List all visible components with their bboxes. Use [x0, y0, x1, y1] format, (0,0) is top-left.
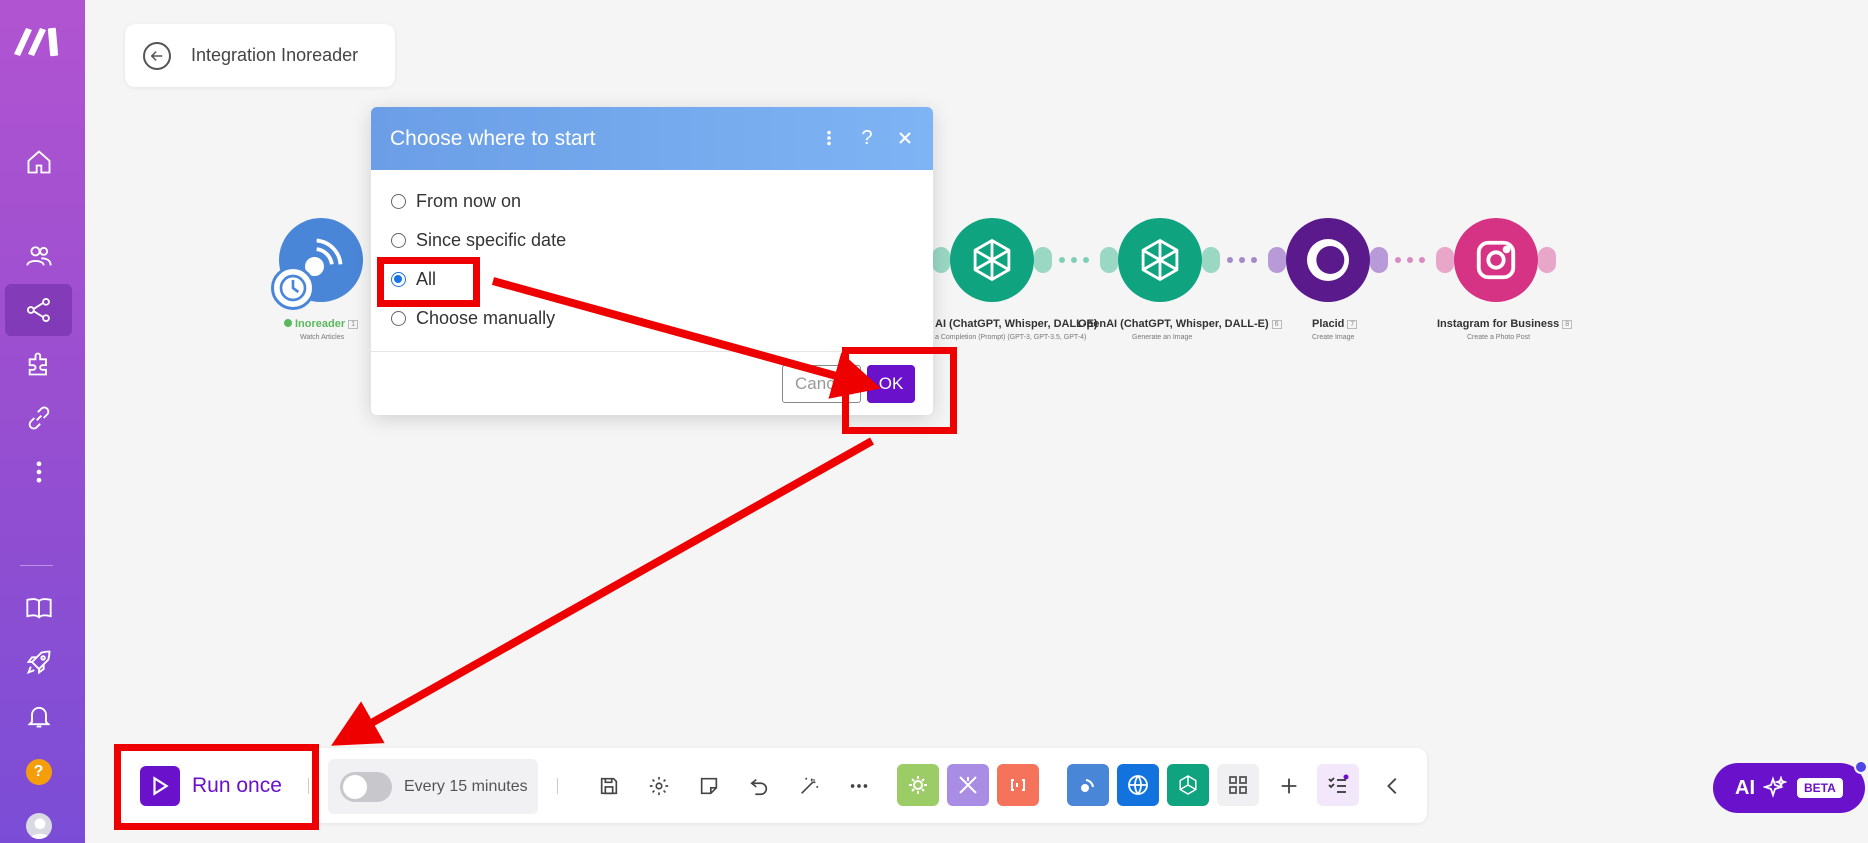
avatar — [25, 813, 52, 839]
sidebar-divider — [20, 565, 53, 566]
bell-icon[interactable] — [5, 690, 72, 742]
connections-icon[interactable] — [5, 392, 72, 444]
help-icon[interactable]: ? — [859, 125, 875, 151]
option-choose-manually[interactable]: Choose manually — [391, 308, 555, 329]
schedule-control: Every 15 minutes — [328, 759, 538, 814]
module-label: Instagram for Business — [1437, 318, 1560, 330]
apps-icon[interactable] — [5, 338, 72, 390]
collapse-chevron-icon[interactable] — [1375, 768, 1411, 804]
module-label: AI (ChatGPT, Whisper, DALL-E) — [935, 318, 1098, 330]
make-logo[interactable] — [12, 20, 72, 60]
module-action: Create Image — [1312, 334, 1355, 341]
more-icon[interactable] — [5, 446, 72, 498]
grid-icon — [1229, 776, 1247, 794]
flow-control-tile[interactable] — [947, 764, 989, 806]
sidebar: ? — [0, 0, 85, 843]
flow-control-icon — [959, 776, 977, 794]
schedule-label: Every 15 minutes — [404, 777, 528, 795]
ai-assistant-button[interactable]: AI BETA — [1713, 760, 1868, 813]
annotation-box-ok — [842, 347, 957, 434]
close-icon[interactable] — [897, 125, 913, 151]
more-options-icon[interactable] — [821, 125, 837, 151]
status-dot — [284, 319, 292, 327]
inoreader-tile[interactable] — [1067, 764, 1109, 806]
back-arrow-icon[interactable] — [143, 41, 171, 70]
schedule-clock-icon[interactable] — [271, 266, 315, 310]
openai-icon — [950, 218, 1034, 302]
module-action: Create a Photo Post — [1467, 334, 1531, 341]
notification-dot — [1854, 760, 1868, 774]
notes-icon[interactable] — [691, 768, 727, 804]
radio-button[interactable] — [391, 311, 406, 326]
all-modules-tile[interactable] — [1217, 764, 1259, 806]
checklist-icon — [1328, 774, 1349, 793]
schedule-toggle[interactable] — [340, 771, 392, 802]
module-label: Placid — [1312, 318, 1345, 330]
text-parser-icon — [1011, 779, 1025, 791]
sparkle-icon — [1763, 776, 1787, 798]
module-action: Watch Articles — [300, 334, 345, 341]
openai-icon — [1179, 775, 1197, 795]
home-icon[interactable] — [5, 136, 72, 188]
beta-badge: BETA — [1797, 778, 1843, 798]
scenario-title: Integration Inoreader — [191, 45, 359, 65]
help-icon: ? — [25, 759, 52, 785]
module-number: 6 — [1271, 319, 1282, 329]
option-since-specific-date[interactable]: Since specific date — [391, 230, 566, 251]
add-icon[interactable] — [1271, 768, 1307, 804]
save-icon[interactable] — [591, 768, 627, 804]
rocket-icon[interactable] — [5, 636, 72, 688]
auto-align-icon[interactable] — [791, 768, 827, 804]
dialog-title: Choose where to start — [390, 126, 596, 150]
module-action: a Completion (Prompt) (GPT-3, GPT-3.5, G… — [935, 334, 1087, 341]
team-icon[interactable] — [5, 230, 72, 282]
http-tile[interactable] — [1117, 764, 1159, 806]
inoreader-icon — [1081, 779, 1094, 792]
option-label: Choose manually — [416, 308, 556, 328]
user-menu[interactable] — [5, 800, 72, 843]
scenarios-icon[interactable] — [5, 284, 72, 336]
scenario-header: Integration Inoreader — [125, 24, 395, 87]
option-label: From now on — [416, 191, 522, 211]
module-action: Generate an Image — [1132, 334, 1193, 341]
module-number: 1 — [348, 319, 359, 329]
module-label: Inoreader — [295, 318, 346, 330]
gear-icon — [909, 776, 927, 794]
docs-icon[interactable] — [5, 582, 72, 634]
annotation-box-run-once — [114, 744, 319, 830]
option-label: Since specific date — [416, 230, 567, 250]
openai-icon — [1118, 218, 1202, 302]
checklist-tile[interactable] — [1317, 764, 1359, 806]
ai-label: AI — [1735, 776, 1755, 799]
option-from-now-on[interactable]: From now on — [391, 191, 521, 212]
tools-tile[interactable] — [897, 764, 939, 806]
globe-icon — [1128, 775, 1148, 795]
module-number: 8 — [1562, 319, 1573, 329]
radio-button[interactable] — [391, 194, 406, 209]
more-icon[interactable] — [841, 768, 877, 804]
openai-tile[interactable] — [1167, 764, 1209, 806]
help-button[interactable]: ? — [5, 746, 72, 798]
module-number: 7 — [1347, 319, 1358, 329]
module-label: OpenAI (ChatGPT, Whisper, DALL-E) — [1078, 318, 1269, 330]
text-parser-tile[interactable] — [997, 764, 1039, 806]
radio-button[interactable] — [391, 233, 406, 248]
placid-icon — [1286, 218, 1370, 302]
dialog-header: Choose where to start ? — [371, 107, 933, 170]
annotation-box-all — [377, 257, 480, 307]
instagram-icon — [1454, 218, 1538, 302]
settings-icon[interactable] — [641, 768, 677, 804]
undo-icon[interactable] — [741, 768, 777, 804]
